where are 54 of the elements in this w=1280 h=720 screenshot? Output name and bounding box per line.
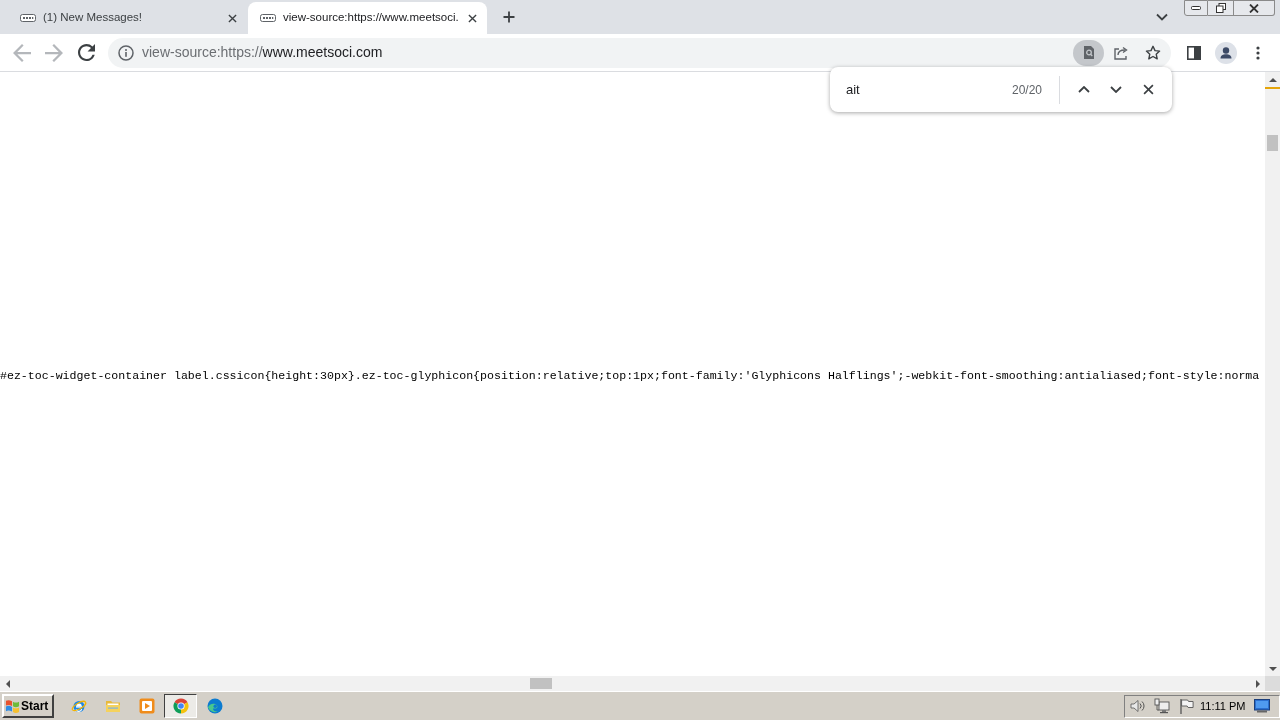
down-triangle-icon: [1268, 666, 1277, 671]
right-triangle-icon: [1255, 679, 1260, 688]
taskbar-app-button[interactable]: [164, 694, 197, 718]
clock-time[interactable]: 11:11 PM: [1200, 697, 1246, 715]
reload-icon: [77, 44, 95, 61]
start-button[interactable]: Start: [2, 694, 54, 718]
star-icon: [1145, 44, 1161, 61]
minimize-icon: [1191, 6, 1201, 10]
close-window-button[interactable]: [1234, 0, 1275, 16]
forward-arrow-icon: [45, 43, 63, 62]
match-marker-icon: [1265, 87, 1280, 89]
restore-button[interactable]: [1208, 0, 1234, 16]
network-icon[interactable]: [1153, 698, 1170, 714]
speaker-icon[interactable]: [1129, 698, 1145, 714]
share-icon: [1113, 44, 1129, 61]
address-bar[interactable]: view-source:https://www.meetsoci.com: [108, 37, 1171, 68]
side-panel-icon: [1187, 45, 1201, 60]
flag-icon[interactable]: [1179, 698, 1194, 714]
close-icon: [1249, 3, 1259, 13]
scrollbar-corner: [1265, 676, 1280, 691]
folder-icon: [104, 698, 121, 714]
windows-flag-icon: [5, 699, 20, 713]
find-input-field[interactable]: ait: [846, 79, 1012, 100]
tab[interactable]: (1) New Messages!: [8, 2, 247, 34]
restore-icon: [1215, 3, 1226, 13]
chrome-icon: [172, 698, 189, 714]
edge-icon: [206, 698, 223, 714]
source-code-line: #ez-toc-widget-container label.cssicon{height:30px}.ez-toc-glyphicon{position:relative;top:1px;font-family:'Glyphicons Halflings';-webkit-font-smoothing:antialiased;font-style:norma: [0, 368, 1260, 383]
scrollbar-thumb[interactable]: [1267, 135, 1278, 151]
find-in-page-icon: [1082, 45, 1095, 60]
find-in-page-button[interactable]: [1073, 39, 1104, 66]
scrollbar-thumb[interactable]: [530, 678, 552, 689]
info-icon: [118, 44, 134, 61]
letter-e-globe-icon: [70, 698, 87, 714]
up-triangle-icon: [1268, 77, 1277, 82]
chevron-up-icon: [1078, 86, 1090, 93]
left-triangle-icon: [5, 679, 10, 688]
close-icon: [1142, 84, 1154, 95]
back-arrow-icon: [13, 43, 31, 62]
tab[interactable]: view-source:https://www.meetsoci.: [248, 2, 487, 34]
match-count: 20/20: [1011, 81, 1042, 99]
plus-icon: [503, 11, 515, 23]
url-text: view-source:https://www.meetsoci.com: [142, 43, 383, 62]
close-icon: [227, 13, 237, 23]
favicon-icon: [20, 14, 36, 22]
favicon-icon: [260, 14, 276, 22]
chevron-down-icon: [1156, 13, 1168, 21]
more-vertical-icon: [1256, 45, 1260, 60]
monitor-icon[interactable]: [1254, 699, 1271, 713]
chevron-down-icon: [1110, 86, 1122, 93]
profile-avatar-icon: [1215, 41, 1237, 64]
close-icon: [467, 13, 477, 23]
play-icon: [138, 698, 155, 714]
minimize-button[interactable]: [1184, 0, 1208, 16]
